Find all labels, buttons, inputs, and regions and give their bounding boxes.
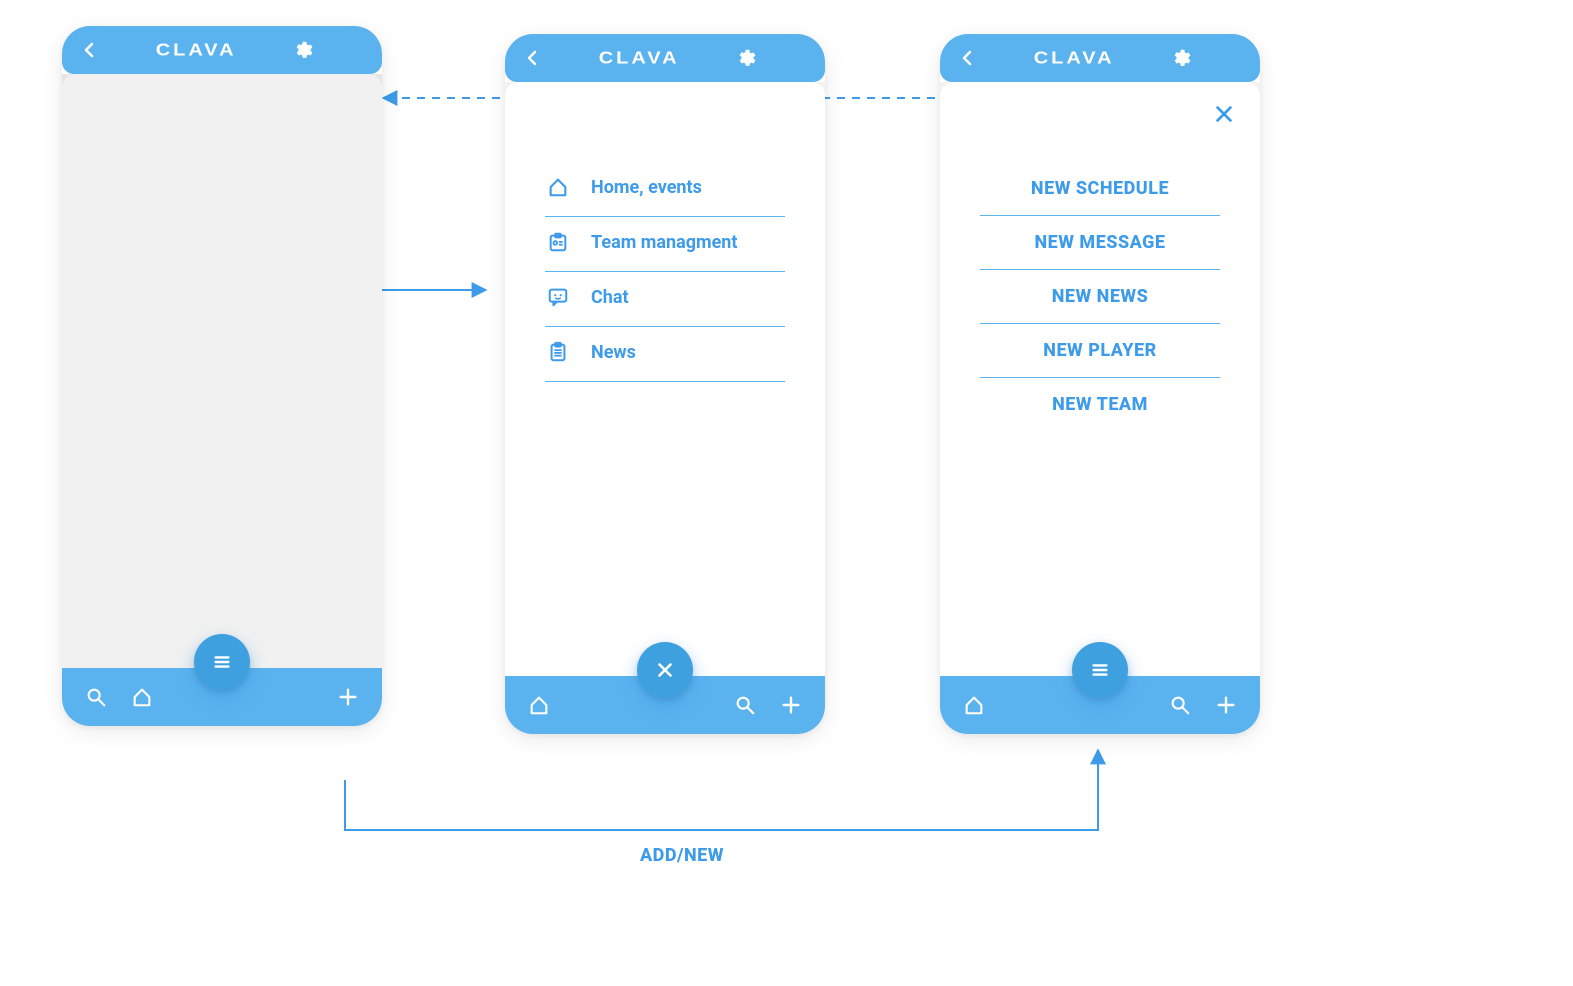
- app-brand: CLAVA: [156, 40, 237, 61]
- action-label: NEW TEAM: [1052, 394, 1148, 415]
- settings-button[interactable]: [731, 44, 759, 72]
- menu-item-chat[interactable]: Chat: [545, 272, 785, 327]
- back-button[interactable]: [954, 44, 982, 72]
- chevron-left-icon: [82, 42, 98, 58]
- search-icon: [85, 686, 107, 708]
- home-icon: [131, 686, 153, 708]
- back-button[interactable]: [519, 44, 547, 72]
- screen-menu: CLAVA Home, events Team managment: [505, 34, 825, 734]
- menu-fab[interactable]: [1072, 642, 1128, 698]
- add-button[interactable]: [777, 691, 805, 719]
- home-button[interactable]: [525, 691, 553, 719]
- settings-button[interactable]: [288, 36, 316, 64]
- plus-icon: [337, 686, 359, 708]
- screen-home-body: [62, 74, 382, 668]
- action-new-news[interactable]: NEW NEWS: [980, 270, 1220, 324]
- gear-icon: [734, 47, 756, 69]
- menu-item-label: Chat: [591, 287, 629, 308]
- home-button[interactable]: [128, 683, 156, 711]
- close-icon: [654, 659, 676, 681]
- app-brand: CLAVA: [599, 48, 680, 69]
- gear-icon: [1169, 47, 1191, 69]
- action-new-message[interactable]: NEW MESSAGE: [980, 216, 1220, 270]
- action-new-player[interactable]: NEW PLAYER: [980, 324, 1220, 378]
- chevron-left-icon: [960, 50, 976, 66]
- menu-item-home[interactable]: Home, events: [545, 162, 785, 217]
- menu-item-label: Home, events: [591, 177, 702, 198]
- chevron-left-icon: [525, 50, 541, 66]
- flow-label-add-new: ADD/NEW: [640, 845, 724, 866]
- home-button[interactable]: [960, 691, 988, 719]
- screen-menu-body: Home, events Team managment Chat: [505, 82, 825, 676]
- team-icon: [545, 231, 571, 253]
- menu-item-label: News: [591, 342, 636, 363]
- screen-add-new-body: NEW SCHEDULE NEW MESSAGE NEW NEWS NEW PL…: [940, 82, 1260, 676]
- app-brand: CLAVA: [1034, 48, 1115, 69]
- action-new-schedule[interactable]: NEW SCHEDULE: [980, 162, 1220, 216]
- home-icon: [545, 176, 571, 198]
- app-header: CLAVA: [505, 34, 825, 82]
- search-icon: [734, 694, 756, 716]
- news-icon: [545, 341, 571, 363]
- close-icon: [1213, 103, 1235, 125]
- hamburger-icon: [1089, 659, 1111, 681]
- action-label: NEW PLAYER: [1043, 340, 1156, 361]
- add-new-action-list: NEW SCHEDULE NEW MESSAGE NEW NEWS NEW PL…: [940, 82, 1260, 431]
- search-button[interactable]: [1166, 691, 1194, 719]
- add-button[interactable]: [334, 683, 362, 711]
- action-label: NEW SCHEDULE: [1031, 178, 1169, 199]
- hamburger-icon: [211, 651, 233, 673]
- screen-add-new: CLAVA NEW SCHEDULE NEW MESSAGE NEW NEWS …: [940, 34, 1260, 734]
- close-panel-button[interactable]: [1210, 100, 1238, 128]
- close-menu-fab[interactable]: [637, 642, 693, 698]
- search-button[interactable]: [731, 691, 759, 719]
- add-button[interactable]: [1212, 691, 1240, 719]
- search-button[interactable]: [82, 683, 110, 711]
- app-header: CLAVA: [62, 26, 382, 74]
- menu-item-label: Team managment: [591, 232, 738, 253]
- menu-item-news[interactable]: News: [545, 327, 785, 382]
- screen-home: CLAVA: [62, 26, 382, 726]
- action-label: NEW MESSAGE: [1034, 232, 1165, 253]
- home-icon: [963, 694, 985, 716]
- action-label: NEW NEWS: [1052, 286, 1149, 307]
- settings-button[interactable]: [1166, 44, 1194, 72]
- menu-list: Home, events Team managment Chat: [505, 82, 825, 382]
- home-icon: [528, 694, 550, 716]
- action-new-team[interactable]: NEW TEAM: [980, 378, 1220, 431]
- app-header: CLAVA: [940, 34, 1260, 82]
- search-icon: [1169, 694, 1191, 716]
- plus-icon: [1215, 694, 1237, 716]
- chat-icon: [545, 286, 571, 308]
- back-button[interactable]: [76, 36, 104, 64]
- gear-icon: [291, 39, 313, 61]
- menu-item-team[interactable]: Team managment: [545, 217, 785, 272]
- plus-icon: [780, 694, 802, 716]
- menu-fab[interactable]: [194, 634, 250, 690]
